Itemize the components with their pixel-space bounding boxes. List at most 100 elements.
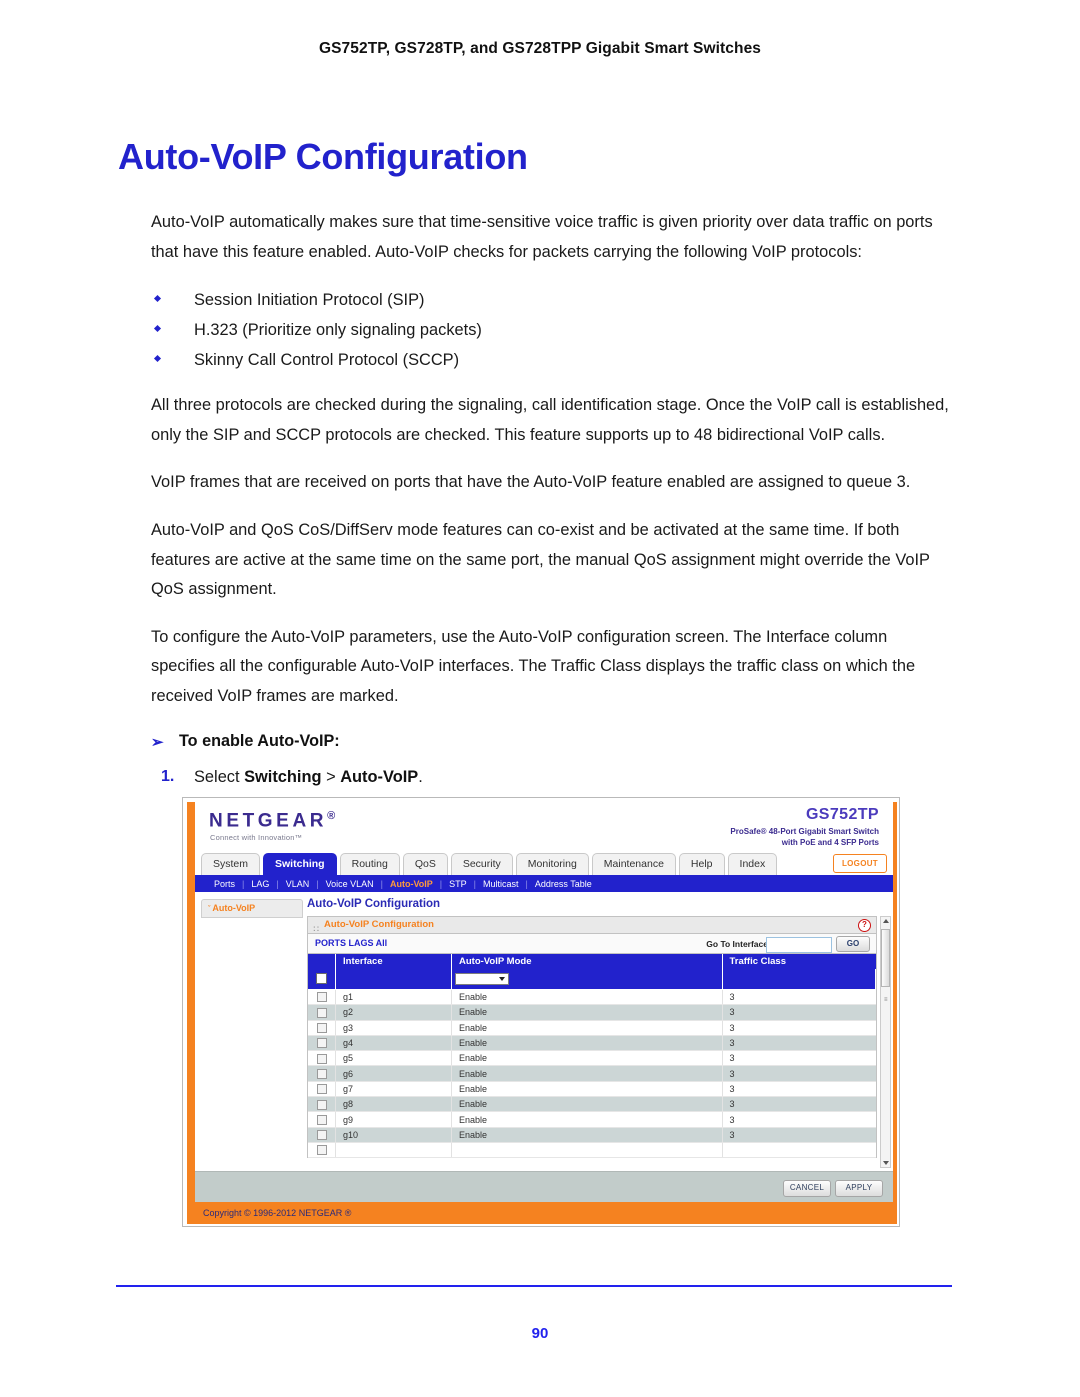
table-row[interactable]: g7 Enable 3 — [308, 1081, 876, 1098]
cell-mode: Enable — [451, 1035, 723, 1052]
row-checkbox[interactable] — [316, 1023, 327, 1034]
brand-bar: NETGEAR® Connect with Innovation™ GS752T… — [195, 802, 893, 852]
scroll-up-icon[interactable] — [883, 919, 889, 923]
sidebar-item-auto-voip[interactable]: ˇ Auto-VoIP — [201, 899, 303, 918]
row-select-cell[interactable] — [308, 1081, 336, 1098]
row-checkbox[interactable] — [316, 1053, 327, 1064]
table-row[interactable]: g4 Enable 3 — [308, 1035, 876, 1052]
column-auto-voip-mode: Auto-VoIP Mode — [451, 954, 723, 969]
go-button[interactable]: GO — [836, 936, 870, 952]
help-icon[interactable]: ? — [858, 919, 871, 932]
column-interface: Interface — [335, 954, 452, 969]
tab-system[interactable]: System — [201, 853, 261, 875]
table-row[interactable]: g5 Enable 3 — [308, 1050, 876, 1067]
apply-button[interactable]: APPLY — [835, 1180, 883, 1197]
tab-index[interactable]: Index — [727, 853, 778, 875]
screenshot-orange-frame: NETGEAR® Connect with Innovation™ GS752T… — [187, 802, 897, 1224]
cell-interface: g8 — [335, 1096, 452, 1113]
tab-maintenance[interactable]: Maintenance — [591, 853, 676, 875]
list-item: Skinny Call Control Protocol (SCCP) — [151, 345, 951, 375]
bulk-mode-cell[interactable] — [451, 969, 723, 990]
row-checkbox[interactable] — [316, 992, 327, 1003]
paragraph-3: VoIP frames that are received on ports t… — [151, 473, 911, 492]
sidebar-item-label: Auto-VoIP — [212, 903, 256, 913]
row-select-cell[interactable] — [308, 1050, 336, 1067]
cell-mode: Enable — [451, 1065, 723, 1082]
cell-mode — [451, 1142, 723, 1159]
row-select-cell[interactable] — [308, 1035, 336, 1052]
select-all-checkbox[interactable] — [316, 973, 327, 985]
row-checkbox[interactable] — [316, 1145, 327, 1156]
row-select-cell[interactable] — [308, 1096, 336, 1113]
logout-button[interactable]: LOGOUT — [832, 854, 887, 873]
row-checkbox[interactable] — [316, 1114, 327, 1125]
cell-mode: Enable — [451, 989, 723, 1006]
row-select-cell[interactable] — [308, 1020, 336, 1036]
row-select-cell[interactable] — [308, 1142, 336, 1159]
table-row-partial[interactable] — [308, 1142, 876, 1159]
tab-qos[interactable]: QoS — [402, 853, 448, 875]
subnav-item-stp[interactable]: STP — [442, 879, 474, 889]
ports-lags-all-tabs[interactable]: PORTS LAGS All — [315, 938, 387, 948]
auto-voip-mode-select[interactable] — [455, 972, 509, 985]
row-checkbox[interactable] — [316, 1084, 327, 1095]
row-select-cell[interactable] — [308, 989, 336, 1006]
tab-routing[interactable]: Routing — [339, 853, 400, 875]
row-checkbox[interactable] — [316, 1130, 327, 1141]
model-desc-line1: ProSafe® 48-Port Gigabit Smart Switch — [730, 827, 879, 836]
subnav-item-auto-voip[interactable]: Auto-VoIP — [383, 879, 440, 889]
table-row[interactable]: g8 Enable 3 — [308, 1096, 876, 1113]
cell-interface: g7 — [335, 1081, 452, 1098]
select-all-cell[interactable] — [308, 969, 336, 990]
row-checkbox[interactable] — [316, 1099, 327, 1110]
tab-switching[interactable]: Switching — [263, 853, 337, 875]
go-to-interface-input[interactable] — [766, 937, 832, 953]
subnav-item-vlan[interactable]: VLAN — [279, 879, 317, 889]
subnav-item-multicast[interactable]: Multicast — [476, 879, 526, 889]
subnav-item-voice-vlan[interactable]: Voice VLAN — [319, 879, 381, 889]
cell-traffic-class: 3 — [722, 1050, 876, 1067]
cancel-button[interactable]: CANCEL — [783, 1180, 831, 1197]
cell-interface: g3 — [335, 1020, 452, 1036]
row-select-cell[interactable] — [308, 1111, 336, 1128]
tab-help[interactable]: Help — [678, 853, 725, 875]
table-row[interactable]: g1 Enable 3 — [308, 989, 876, 1006]
bulk-traffic-class-cell — [722, 969, 876, 990]
page-title: Auto-VoIP Configuration — [118, 136, 528, 177]
table-row[interactable]: g6 Enable 3 — [308, 1065, 876, 1082]
table-row[interactable]: g3 Enable 3 — [308, 1020, 876, 1036]
tab-monitoring[interactable]: Monitoring — [515, 853, 589, 875]
cell-traffic-class: 3 — [722, 1004, 876, 1021]
embedded-screenshot: NETGEAR® Connect with Innovation™ GS752T… — [182, 797, 900, 1227]
table-row[interactable]: g10 Enable 3 — [308, 1127, 876, 1143]
row-select-cell[interactable] — [308, 1004, 336, 1021]
model-description: ProSafe® 48-Port Gigabit Smart Switch wi… — [730, 826, 879, 848]
list-item: Session Initiation Protocol (SIP) — [151, 285, 951, 315]
scroll-down-icon[interactable] — [883, 1161, 889, 1165]
registered-mark-icon: ® — [327, 810, 336, 822]
subnav-item-ports[interactable]: Ports — [207, 879, 242, 889]
subnav-item-address-table[interactable]: Address Table — [528, 879, 599, 889]
cell-mode: Enable — [451, 1050, 723, 1067]
cell-interface: g9 — [335, 1111, 452, 1128]
tab-security[interactable]: Security — [450, 853, 513, 875]
cell-interface — [335, 1142, 452, 1159]
column-traffic-class: Traffic Class — [722, 954, 876, 969]
filter-row: PORTS LAGS All Go To Interface GO — [308, 934, 876, 954]
table-row[interactable]: g2 Enable 3 — [308, 1004, 876, 1021]
table-header: Interface Auto-VoIP Mode Traffic Class — [308, 954, 876, 969]
row-checkbox[interactable] — [316, 1038, 327, 1049]
scrollbar-thumb[interactable] — [881, 929, 890, 987]
row-select-cell[interactable] — [308, 1065, 336, 1082]
cell-traffic-class: 3 — [722, 1096, 876, 1113]
table-row[interactable]: g9 Enable 3 — [308, 1111, 876, 1128]
row-checkbox[interactable] — [316, 1007, 327, 1018]
step-menu-separator: > — [321, 767, 341, 786]
step-text-suffix: . — [418, 767, 423, 786]
row-checkbox[interactable] — [316, 1068, 327, 1079]
row-select-cell[interactable] — [308, 1127, 336, 1143]
vertical-scrollbar[interactable]: ≡ — [880, 916, 891, 1168]
auto-voip-configuration-panel: :: Auto-VoIP Configuration ? PORTS LAGS … — [307, 916, 877, 1159]
step-number: 1. — [161, 767, 175, 785]
subnav-item-lag[interactable]: LAG — [244, 879, 276, 889]
